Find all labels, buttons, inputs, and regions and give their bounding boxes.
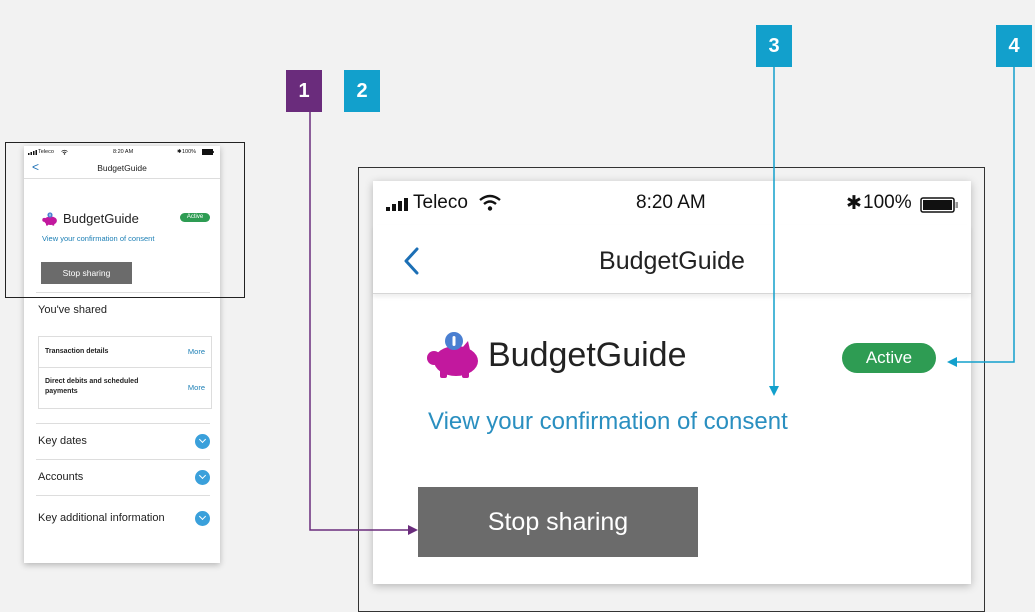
connector-1 [309, 112, 418, 535]
connector-4 [947, 67, 1015, 367]
connector-3 [769, 67, 779, 396]
callout-connectors [309, 67, 1015, 535]
